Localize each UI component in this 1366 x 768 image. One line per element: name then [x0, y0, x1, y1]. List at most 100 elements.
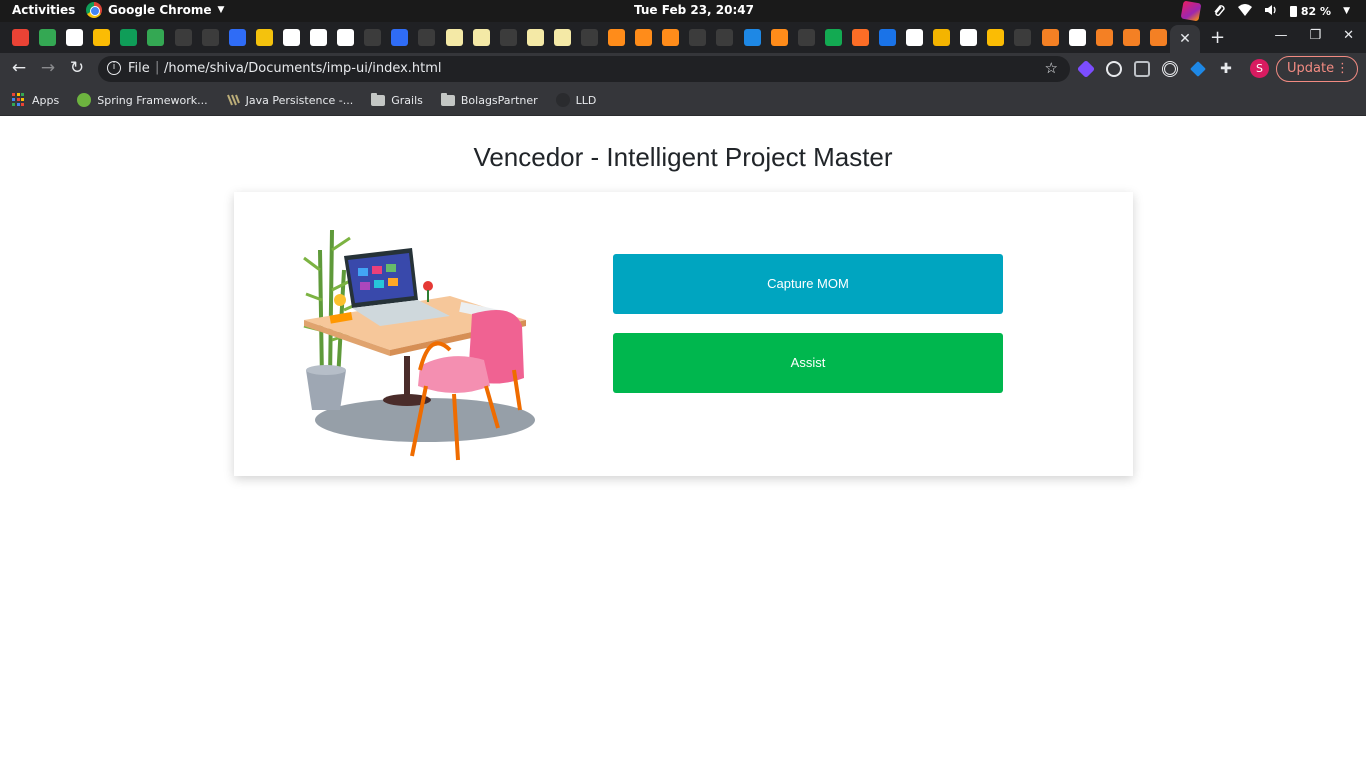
system-tray[interactable]: 82 % ▼ [1180, 0, 1350, 22]
tab-favicon[interactable] [174, 29, 192, 46]
bookmark-spring[interactable]: Spring Framework... [77, 93, 208, 107]
wifi-icon[interactable] [1237, 4, 1252, 18]
paperclip-icon[interactable] [1212, 4, 1226, 18]
tab-favicon[interactable] [66, 29, 84, 46]
update-button[interactable]: Update ⋮ [1276, 56, 1358, 82]
tab-favicon[interactable] [364, 29, 382, 46]
bookmark-label: Grails [391, 93, 423, 107]
bookmark-grails[interactable]: Grails [371, 92, 423, 107]
jetbrains-toolbox-icon[interactable] [1180, 0, 1202, 22]
capture-mom-button[interactable]: Capture MOM [613, 254, 1003, 314]
tab-favicon[interactable] [1068, 29, 1086, 46]
bookmark-lld[interactable]: LLD [555, 93, 597, 107]
url-scheme: File [128, 61, 150, 76]
tab-favicon[interactable] [12, 29, 29, 46]
tab-favicon[interactable] [824, 29, 842, 46]
tab-favicon[interactable] [310, 29, 328, 46]
tab-favicon[interactable] [743, 29, 761, 46]
bookmark-bolagspartner[interactable]: BolagsPartner [440, 92, 538, 107]
restore-icon[interactable]: ❐ [1309, 28, 1321, 43]
extension-gem-icon[interactable] [1190, 61, 1206, 77]
caret-down-icon[interactable]: ▼ [1343, 6, 1350, 16]
bookmark-apps[interactable]: Apps [12, 93, 59, 107]
react-devtools-icon[interactable] [1106, 61, 1122, 77]
tab-favicon[interactable] [228, 29, 246, 46]
tab-favicon[interactable] [716, 29, 734, 46]
tab-favicon[interactable] [93, 29, 111, 46]
tab-favicon[interactable] [147, 29, 165, 46]
tab-favicon[interactable] [1122, 29, 1140, 46]
activities-button[interactable]: Activities [12, 3, 75, 17]
tab-favicon[interactable] [391, 29, 409, 46]
os-top-bar: Activities Google Chrome ▼ Tue Feb 23, 2… [0, 0, 1366, 22]
assist-button[interactable]: Assist [613, 333, 1003, 393]
info-icon[interactable]: i [107, 61, 121, 75]
tab-list [12, 29, 1167, 46]
tab-favicon[interactable] [608, 29, 626, 46]
forward-arrow-icon[interactable]: → [37, 58, 59, 78]
battery-icon [1289, 5, 1297, 17]
caret-down-icon: ▼ [217, 5, 225, 15]
tab-favicon[interactable] [1095, 29, 1113, 46]
tab-favicon[interactable] [201, 29, 219, 46]
tab-favicon[interactable] [120, 29, 138, 46]
tab-favicon[interactable] [472, 29, 490, 46]
address-bar[interactable]: i File | /home/shiva/Documents/imp-ui/in… [98, 56, 1070, 82]
extension-target-icon[interactable] [1162, 61, 1178, 77]
new-tab-button[interactable]: + [1210, 27, 1225, 48]
tab-favicon[interactable] [987, 29, 1005, 46]
tab-favicon[interactable] [879, 29, 896, 46]
bookmark-java-persistence[interactable]: Java Persistence -... [226, 93, 353, 107]
tab-favicon[interactable] [445, 29, 463, 46]
active-tab[interactable]: ✕ [1170, 25, 1200, 53]
extension-diamond-icon[interactable] [1076, 59, 1096, 79]
tab-favicon[interactable] [499, 29, 517, 46]
main-card: Capture MOM Assist [234, 192, 1133, 476]
close-window-icon[interactable]: ✕ [1343, 28, 1354, 43]
tab-favicon[interactable] [662, 29, 680, 46]
battery-level: 82 % [1300, 4, 1332, 18]
folder-icon [440, 92, 455, 106]
volume-icon[interactable] [1264, 4, 1278, 18]
back-arrow-icon[interactable]: ← [8, 58, 30, 78]
tab-favicon[interactable] [1041, 29, 1059, 46]
tab-favicon[interactable] [580, 29, 598, 46]
pocket-icon[interactable] [1134, 61, 1150, 77]
tab-favicon[interactable] [553, 29, 571, 46]
bookmarks-bar: Apps Spring Framework... Java Persistenc… [0, 85, 1366, 116]
tab-favicon[interactable] [337, 29, 355, 46]
clock[interactable]: Tue Feb 23, 20:47 [634, 3, 754, 17]
minimize-icon[interactable]: — [1274, 28, 1287, 43]
tab-favicon[interactable] [282, 29, 300, 46]
tab-favicon[interactable] [770, 29, 788, 46]
url-text[interactable]: /home/shiva/Documents/imp-ui/index.html [164, 61, 442, 76]
tab-favicon[interactable] [689, 29, 707, 46]
tab-favicon[interactable] [526, 29, 544, 46]
github-icon [555, 93, 570, 107]
tab-favicon[interactable] [418, 29, 436, 46]
kebab-menu-icon[interactable]: ⋮ [1336, 57, 1349, 81]
tab-favicon[interactable] [933, 29, 951, 46]
puzzle-icon[interactable]: ✚ [1218, 61, 1234, 77]
tab-favicon[interactable] [1014, 29, 1032, 46]
tab-favicon[interactable] [255, 29, 273, 46]
apps-grid-icon [12, 93, 26, 107]
reload-icon[interactable]: ↻ [66, 58, 88, 78]
app-menu[interactable]: Google Chrome ▼ [86, 2, 224, 18]
desk-illustration [303, 229, 535, 461]
tab-favicon[interactable] [906, 29, 924, 46]
battery-indicator[interactable]: 82 % [1289, 4, 1332, 18]
bookmark-label: BolagsPartner [460, 93, 538, 107]
bookmark-star-icon[interactable]: ☆ [1045, 59, 1058, 77]
tab-favicon[interactable] [635, 29, 653, 46]
browser-toolbar: ← → ↻ i File | /home/shiva/Documents/imp… [0, 53, 1366, 85]
tab-favicon[interactable] [1149, 29, 1167, 46]
bookmark-label: LLD [575, 93, 597, 107]
tab-favicon[interactable] [851, 29, 869, 46]
page-content: Vencedor - Intelligent Project Master Ca… [0, 116, 1366, 768]
tab-favicon[interactable] [797, 29, 815, 46]
tab-favicon[interactable] [960, 29, 978, 46]
profile-avatar[interactable]: S [1250, 59, 1269, 78]
tab-favicon[interactable] [39, 29, 57, 46]
close-icon[interactable]: ✕ [1179, 31, 1191, 47]
